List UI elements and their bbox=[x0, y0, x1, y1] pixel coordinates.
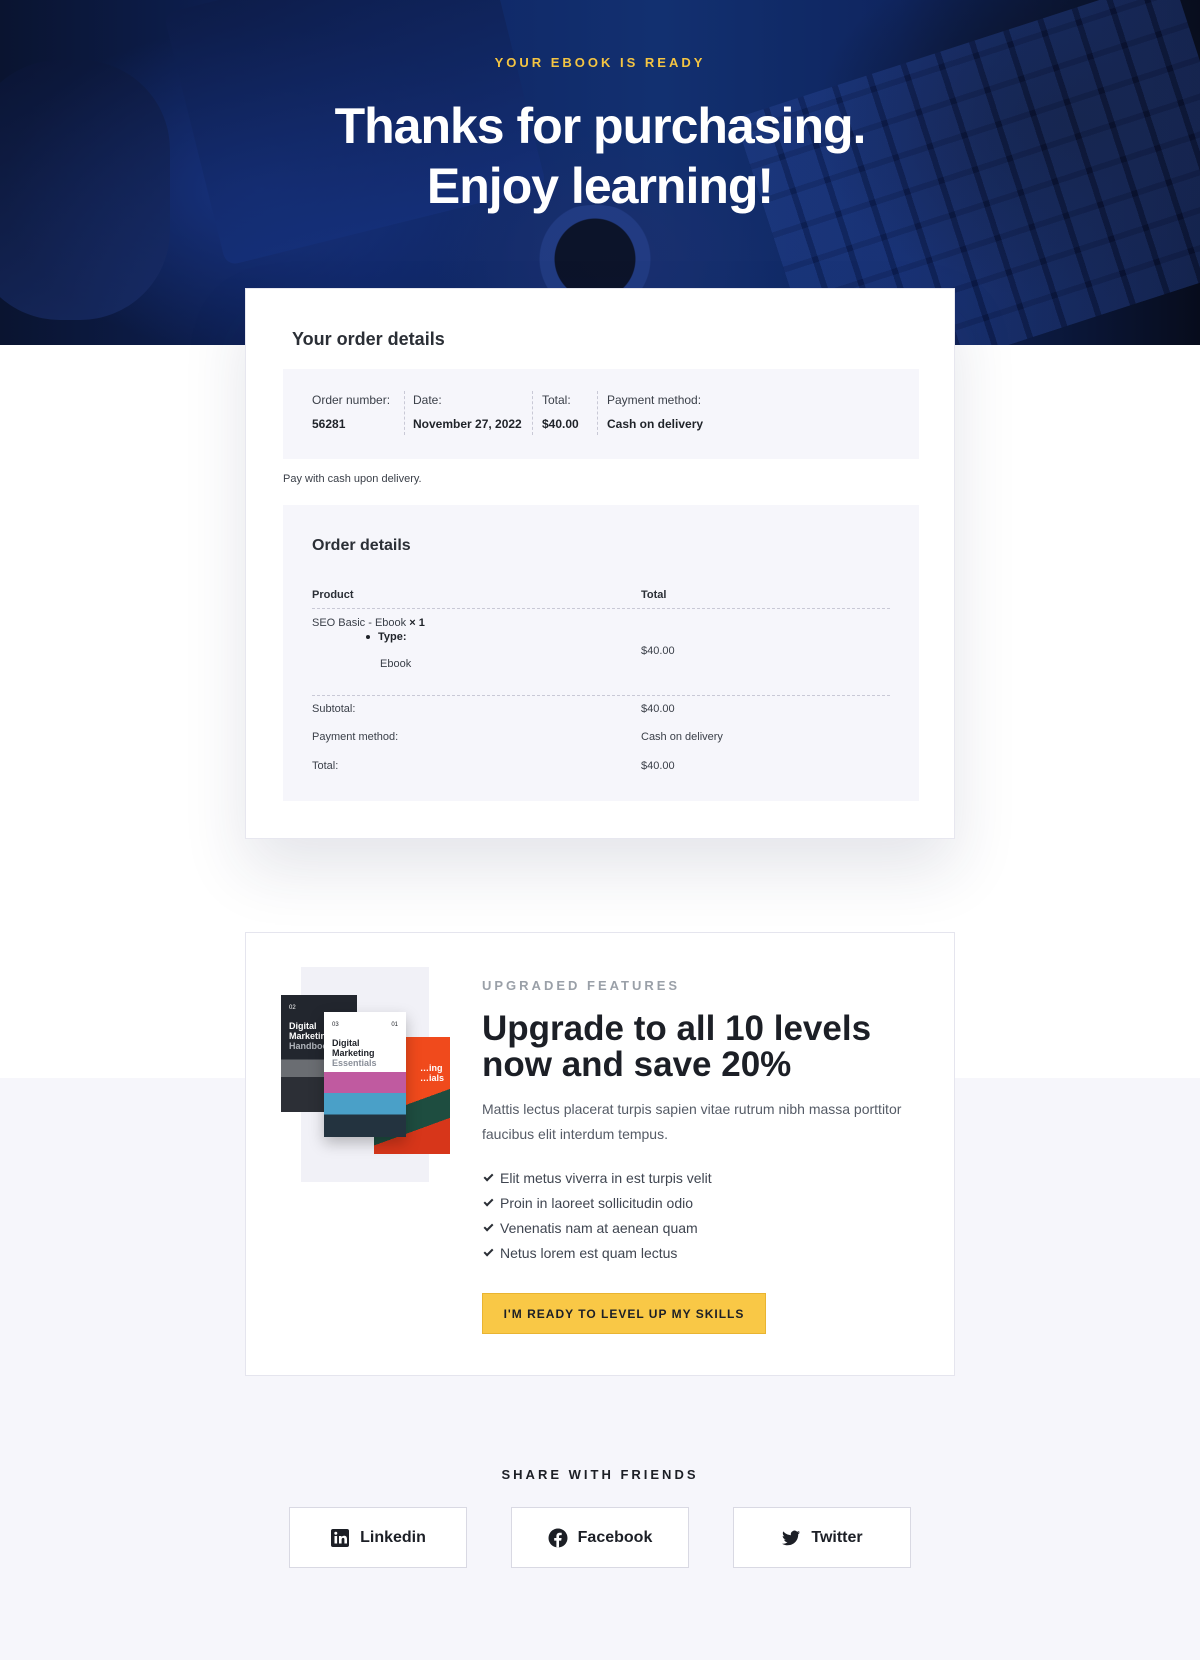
column-header-product: Product bbox=[312, 589, 354, 601]
summary-label: Payment method: bbox=[607, 393, 702, 407]
upgrade-title: Upgrade to all 10 levels now and save 20… bbox=[482, 1009, 872, 1084]
upgrade-eyebrow: UPGRADED FEATURES bbox=[482, 978, 681, 993]
summary-payment-method: Payment method: Cash on delivery bbox=[607, 393, 703, 431]
total-value: $40.00 bbox=[641, 760, 675, 772]
summary-divider bbox=[597, 391, 598, 435]
order-details-title: Order details bbox=[312, 537, 411, 554]
book-number: 02 bbox=[289, 1005, 296, 1011]
linkedin-icon bbox=[330, 1528, 350, 1548]
ebook-cover-essentials: 03 01 Digital Marketing Essentials bbox=[324, 1012, 406, 1137]
table-divider bbox=[312, 608, 890, 609]
level-up-button[interactable]: I'M READY TO LEVEL UP MY SKILLS bbox=[482, 1293, 766, 1334]
order-details-card: Your order details Order number: 56281 D… bbox=[245, 288, 955, 839]
summary-value: November 27, 2022 bbox=[413, 417, 522, 431]
check-icon bbox=[483, 1221, 494, 1232]
product-quantity: × 1 bbox=[409, 617, 425, 629]
summary-label: Date: bbox=[413, 393, 442, 407]
hero-title: Thanks for purchasing. Enjoy learning! bbox=[0, 96, 1200, 216]
list-item: Elit metus viverra in est turpis velit bbox=[482, 1166, 712, 1191]
product-meta-value: Ebook bbox=[380, 658, 412, 670]
list-item: Netus lorem est quam lectus bbox=[482, 1241, 712, 1266]
summary-divider bbox=[404, 391, 405, 435]
hero-title-line-1: Thanks for purchasing. bbox=[334, 98, 867, 154]
share-linkedin-button[interactable]: Linkedin bbox=[289, 1507, 467, 1568]
list-item: Venenatis nam at aenean quam bbox=[482, 1216, 712, 1241]
product-total: $40.00 bbox=[641, 645, 675, 657]
share-button-label: Facebook bbox=[577, 1528, 653, 1546]
table-row-product: SEO Basic - Ebook × 1 bbox=[312, 617, 425, 629]
summary-value: $40.00 bbox=[542, 417, 579, 431]
share-title: SHARE WITH FRIENDS bbox=[501, 1467, 699, 1482]
check-icon bbox=[483, 1196, 494, 1207]
share-button-label: Twitter bbox=[811, 1528, 863, 1546]
share-twitter-button[interactable]: Twitter bbox=[733, 1507, 911, 1568]
check-icon bbox=[483, 1246, 494, 1257]
check-icon bbox=[483, 1171, 494, 1182]
facebook-icon bbox=[548, 1528, 568, 1548]
product-meta-label: Type: bbox=[366, 631, 407, 643]
payment-method-value: Cash on delivery bbox=[641, 731, 723, 743]
payment-method-label: Payment method: bbox=[312, 731, 399, 743]
subtotal-label: Subtotal: bbox=[312, 703, 356, 715]
feature-text: Netus lorem est quam lectus bbox=[500, 1245, 678, 1261]
summary-value: 56281 bbox=[312, 417, 346, 431]
summary-label: Total: bbox=[542, 393, 571, 407]
summary-value: Cash on delivery bbox=[607, 417, 704, 431]
column-header-total: Total bbox=[641, 589, 667, 601]
feature-text: Proin in laoreet sollicitudin odio bbox=[500, 1195, 693, 1211]
book-title: Digital Marketing bbox=[332, 1038, 375, 1058]
feature-text: Venenatis nam at aenean quam bbox=[500, 1220, 698, 1236]
hero-title-line-2: Enjoy learning! bbox=[426, 158, 774, 214]
twitter-icon bbox=[781, 1528, 801, 1548]
payment-note: Pay with cash upon delivery. bbox=[283, 473, 422, 485]
upgrade-card: 02 Digital Marketing Handbook 02 …ing …i… bbox=[245, 932, 955, 1376]
book-number: 01 bbox=[391, 1022, 398, 1028]
upgrade-description: Mattis lectus placerat turpis sapien vit… bbox=[482, 1101, 902, 1142]
feature-list: Elit metus viverra in est turpis velit P… bbox=[482, 1166, 712, 1266]
book-number: 03 bbox=[332, 1022, 339, 1028]
share-facebook-button[interactable]: Facebook bbox=[511, 1507, 689, 1568]
total-label: Total: bbox=[312, 760, 339, 772]
summary-divider bbox=[532, 391, 533, 435]
share-button-label: Linkedin bbox=[360, 1528, 426, 1546]
table-divider bbox=[312, 695, 890, 696]
summary-total: Total: $40.00 bbox=[542, 393, 579, 431]
summary-order-number: Order number: 56281 bbox=[312, 393, 390, 431]
subtotal-value: $40.00 bbox=[641, 703, 675, 715]
meta-label-text: Type: bbox=[378, 631, 407, 643]
product-name: SEO Basic - Ebook bbox=[312, 617, 407, 629]
book-subtitle: Essentials bbox=[332, 1058, 377, 1068]
order-card-title: Your order details bbox=[292, 329, 445, 349]
summary-date: Date: November 27, 2022 bbox=[413, 393, 522, 431]
hero-eyebrow: YOUR EBOOK IS READY bbox=[494, 55, 706, 70]
ebook-covers-image: 02 Digital Marketing Handbook 02 …ing …i… bbox=[281, 967, 456, 1182]
order-details-table: Order details Product Total SEO Basic - … bbox=[283, 505, 919, 801]
order-summary: Order number: 56281 Date: November 27, 2… bbox=[283, 369, 919, 459]
summary-label: Order number: bbox=[312, 393, 391, 407]
list-item: Proin in laoreet sollicitudin odio bbox=[482, 1191, 712, 1216]
feature-text: Elit metus viverra in est turpis velit bbox=[500, 1170, 712, 1186]
